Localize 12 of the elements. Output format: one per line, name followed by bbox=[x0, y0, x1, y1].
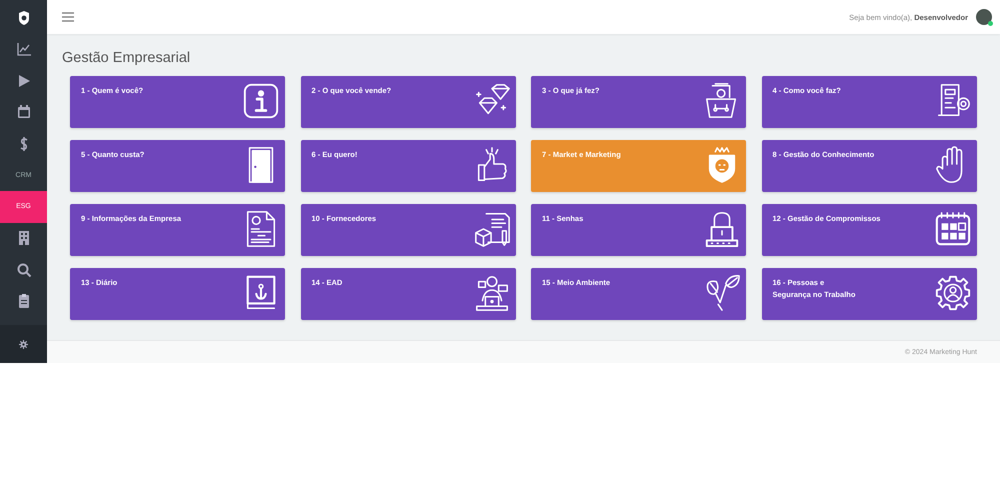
calendar-icon bbox=[934, 210, 972, 248]
settings-icon[interactable] bbox=[19, 340, 28, 348]
page-title: Gestão Empresarial bbox=[62, 50, 192, 66]
search-icon bbox=[16, 262, 32, 278]
info-icon bbox=[242, 82, 280, 120]
calendar-icon bbox=[16, 104, 32, 120]
menu-icon[interactable] bbox=[62, 12, 74, 22]
padlock-icon bbox=[703, 210, 741, 248]
avatar[interactable] bbox=[976, 9, 992, 25]
line-chart-icon bbox=[16, 41, 32, 58]
gear-person-icon bbox=[934, 274, 972, 312]
box-document-icon bbox=[472, 210, 510, 248]
